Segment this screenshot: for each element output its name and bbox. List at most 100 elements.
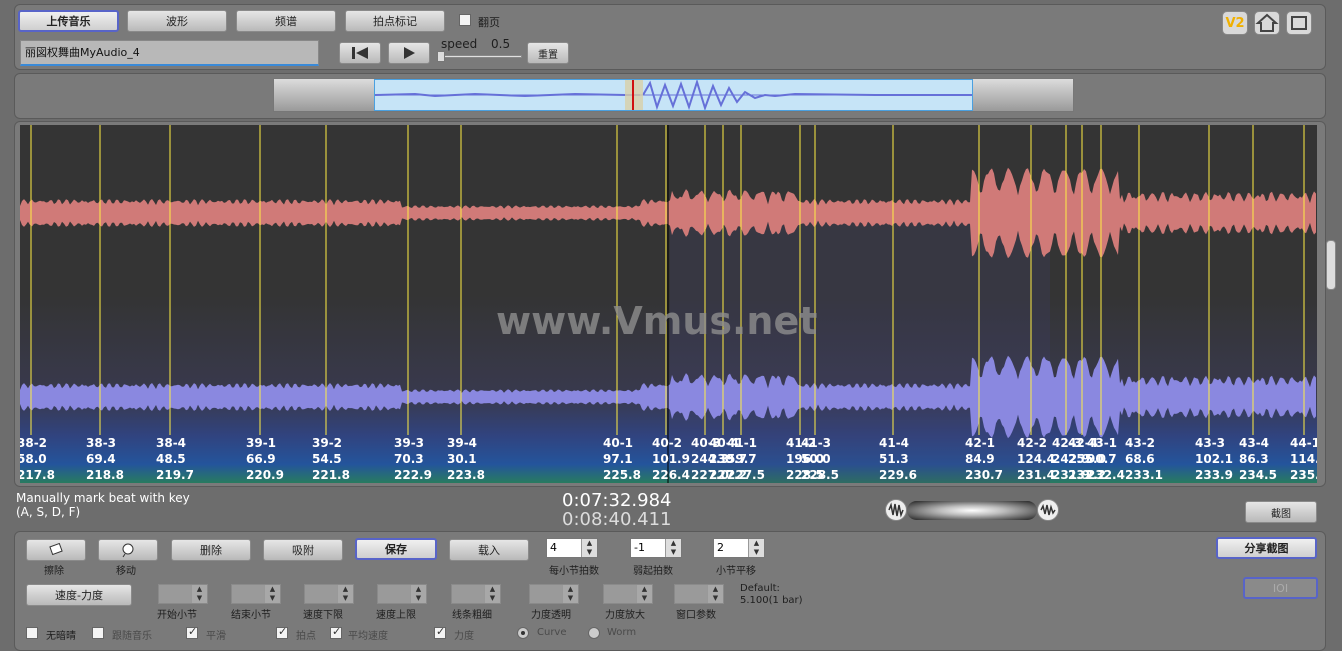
beat-checkbox[interactable] xyxy=(276,625,288,639)
beat-value-text: 54.5 xyxy=(312,452,342,466)
stepper-arrows-icon[interactable]: ▲ ▼ xyxy=(707,585,723,603)
beats-per-bar-value: 4 xyxy=(550,541,557,554)
beat-label-text: 39-1 xyxy=(246,436,277,450)
beat-value-text: 124.4 xyxy=(1017,452,1055,466)
beat-time-text: 221.8 xyxy=(312,468,350,482)
beat-label-text: 38-3 xyxy=(86,436,117,450)
beat-label-text: 41-3 xyxy=(801,436,832,450)
load-button[interactable]: 载入 xyxy=(449,539,529,561)
dyn-opacity-stepper[interactable]: ▲ ▼ xyxy=(529,584,579,604)
beat-time-text: 225.8 xyxy=(603,468,641,482)
beat-time-text: 220.9 xyxy=(246,468,284,482)
rewind-button[interactable] xyxy=(339,42,381,64)
title-field[interactable]: 丽図权舞曲MyAudio_4 xyxy=(20,40,319,66)
waveform-right-icon xyxy=(1037,499,1059,521)
stepper-arrows-icon[interactable]: ▲ ▼ xyxy=(337,585,353,603)
stepper-arrows-icon[interactable]: ▲ ▼ xyxy=(636,585,652,603)
flip-checkbox[interactable] xyxy=(459,14,471,26)
line-width-label: 线条粗细 xyxy=(452,610,492,621)
audio-position-slider[interactable] xyxy=(885,499,1059,523)
beat-value-text: 70.3 xyxy=(394,452,424,466)
curve-radio[interactable] xyxy=(517,627,529,639)
fullscreen-icon[interactable] xyxy=(1286,11,1312,35)
beat-value-text: 48.5 xyxy=(156,452,186,466)
beat-time-text: 230.7 xyxy=(965,468,1003,482)
beat-value-text: 30.1 xyxy=(447,452,477,466)
beat-value-text: 69.4 xyxy=(86,452,116,466)
stepper-arrows-icon[interactable]: ▲ ▼ xyxy=(484,585,500,603)
beat-mark-button[interactable]: 拍点标记 xyxy=(345,10,445,32)
stepper-arrows-icon[interactable]: ▲ ▼ xyxy=(562,585,578,603)
beat-time-text: 223.8 xyxy=(447,468,485,482)
stepper-arrows-icon[interactable]: ▲ ▼ xyxy=(748,539,764,557)
end-bar-stepper[interactable]: ▲ ▼ xyxy=(231,584,281,604)
tempo-min-stepper[interactable]: ▲ ▼ xyxy=(304,584,354,604)
pickup-stepper[interactable]: -1 ▲ ▼ xyxy=(630,538,682,558)
dyn-scale-stepper[interactable]: ▲ ▼ xyxy=(603,584,653,604)
window-param-stepper[interactable]: ▲ ▼ xyxy=(674,584,724,604)
beat-label: 拍点 xyxy=(296,631,316,642)
share-screenshot-button[interactable]: 分享截图 xyxy=(1216,537,1317,559)
upload-music-button[interactable]: 上传音乐 xyxy=(18,10,119,32)
bar-offset-stepper[interactable]: 2 ▲ ▼ xyxy=(713,538,765,558)
worm-radio[interactable] xyxy=(588,627,600,639)
tempo-max-label: 速度上限 xyxy=(376,610,416,621)
position-bar[interactable] xyxy=(907,501,1037,520)
current-time: 0:07:32.984 xyxy=(562,490,672,511)
stepper-arrows-icon[interactable]: ▲ ▼ xyxy=(264,585,280,603)
follow-music-checkbox[interactable] xyxy=(92,627,104,639)
visualization-area[interactable]: www.Vmus.net 38-2 58.0 217.8 38-3 69.4 218.8 3… xyxy=(20,125,1317,483)
move-button[interactable] xyxy=(98,539,158,561)
delete-button[interactable]: 删除 xyxy=(171,539,251,561)
beat-label-text: 43-2 xyxy=(1125,436,1156,450)
end-bar-label: 结束小节 xyxy=(231,610,271,621)
avg-tempo-checkbox[interactable] xyxy=(330,625,342,639)
speed-value: 0.5 xyxy=(491,37,511,51)
no-dark-checkbox[interactable] xyxy=(26,627,38,639)
tempo-max-stepper[interactable]: ▲ ▼ xyxy=(377,584,427,604)
v2-icon[interactable]: V2 xyxy=(1222,11,1248,35)
pickup-label: 弱起拍数 xyxy=(633,566,673,577)
waveform-button[interactable]: 波形 xyxy=(127,10,227,32)
spectrum-button[interactable]: 频谱 xyxy=(236,10,336,32)
speed-slider-thumb[interactable] xyxy=(437,51,445,62)
stepper-arrows-icon[interactable]: ▲ ▼ xyxy=(581,539,597,557)
beat-value-text: 102.1 xyxy=(1195,452,1233,466)
follow-music-label: 跟随音乐 xyxy=(112,631,152,642)
dynamics-checkbox[interactable] xyxy=(434,625,446,639)
home-icon[interactable] xyxy=(1254,11,1280,35)
beat-label-text: 43-3 xyxy=(1195,436,1226,450)
speed-label: speed xyxy=(441,37,478,51)
beat-time-text: 232.4 xyxy=(1087,468,1125,482)
zoom-handle[interactable] xyxy=(1326,240,1336,290)
stepper-arrows-icon[interactable]: ▲ ▼ xyxy=(410,585,426,603)
beat-label-text: 38-4 xyxy=(156,436,187,450)
beat-value-text: 51.3 xyxy=(879,452,909,466)
save-button[interactable]: 保存 xyxy=(355,538,437,560)
beat-label-text: 39-3 xyxy=(394,436,425,450)
pickup-value: -1 xyxy=(634,541,645,554)
play-button[interactable] xyxy=(388,42,430,64)
reset-button[interactable]: 重置 xyxy=(527,42,569,64)
stepper-arrows-icon[interactable]: ▲ ▼ xyxy=(665,539,681,557)
beat-time-text: 233.9 xyxy=(1195,468,1233,482)
speed-slider[interactable] xyxy=(438,55,522,58)
snap-button[interactable]: 吸附 xyxy=(263,539,343,561)
beat-value-text: 101.9 xyxy=(652,452,690,466)
tempo-dynamics-button[interactable]: 速度-力度 xyxy=(26,584,132,606)
start-bar-stepper[interactable]: ▲ ▼ xyxy=(158,584,208,604)
erase-button[interactable] xyxy=(26,539,86,561)
ioi-button[interactable]: IOI xyxy=(1243,577,1318,599)
watermark: www.Vmus.net xyxy=(496,299,818,343)
beat-label-text: 39-4 xyxy=(447,436,478,450)
total-time: 0:08:40.411 xyxy=(562,509,672,530)
default-line2: 5.100(1 bar) xyxy=(740,595,803,606)
beat-time-text: 233.1 xyxy=(1125,468,1163,482)
line-width-stepper[interactable]: ▲ ▼ xyxy=(451,584,501,604)
screenshot-button[interactable]: 截图 xyxy=(1245,501,1317,523)
overview-window[interactable] xyxy=(374,78,973,112)
smooth-checkbox[interactable] xyxy=(186,625,198,639)
beats-per-bar-stepper[interactable]: 4 ▲ ▼ xyxy=(546,538,598,558)
dyn-scale-label: 力度放大 xyxy=(605,610,645,621)
stepper-arrows-icon[interactable]: ▲ ▼ xyxy=(191,585,207,603)
